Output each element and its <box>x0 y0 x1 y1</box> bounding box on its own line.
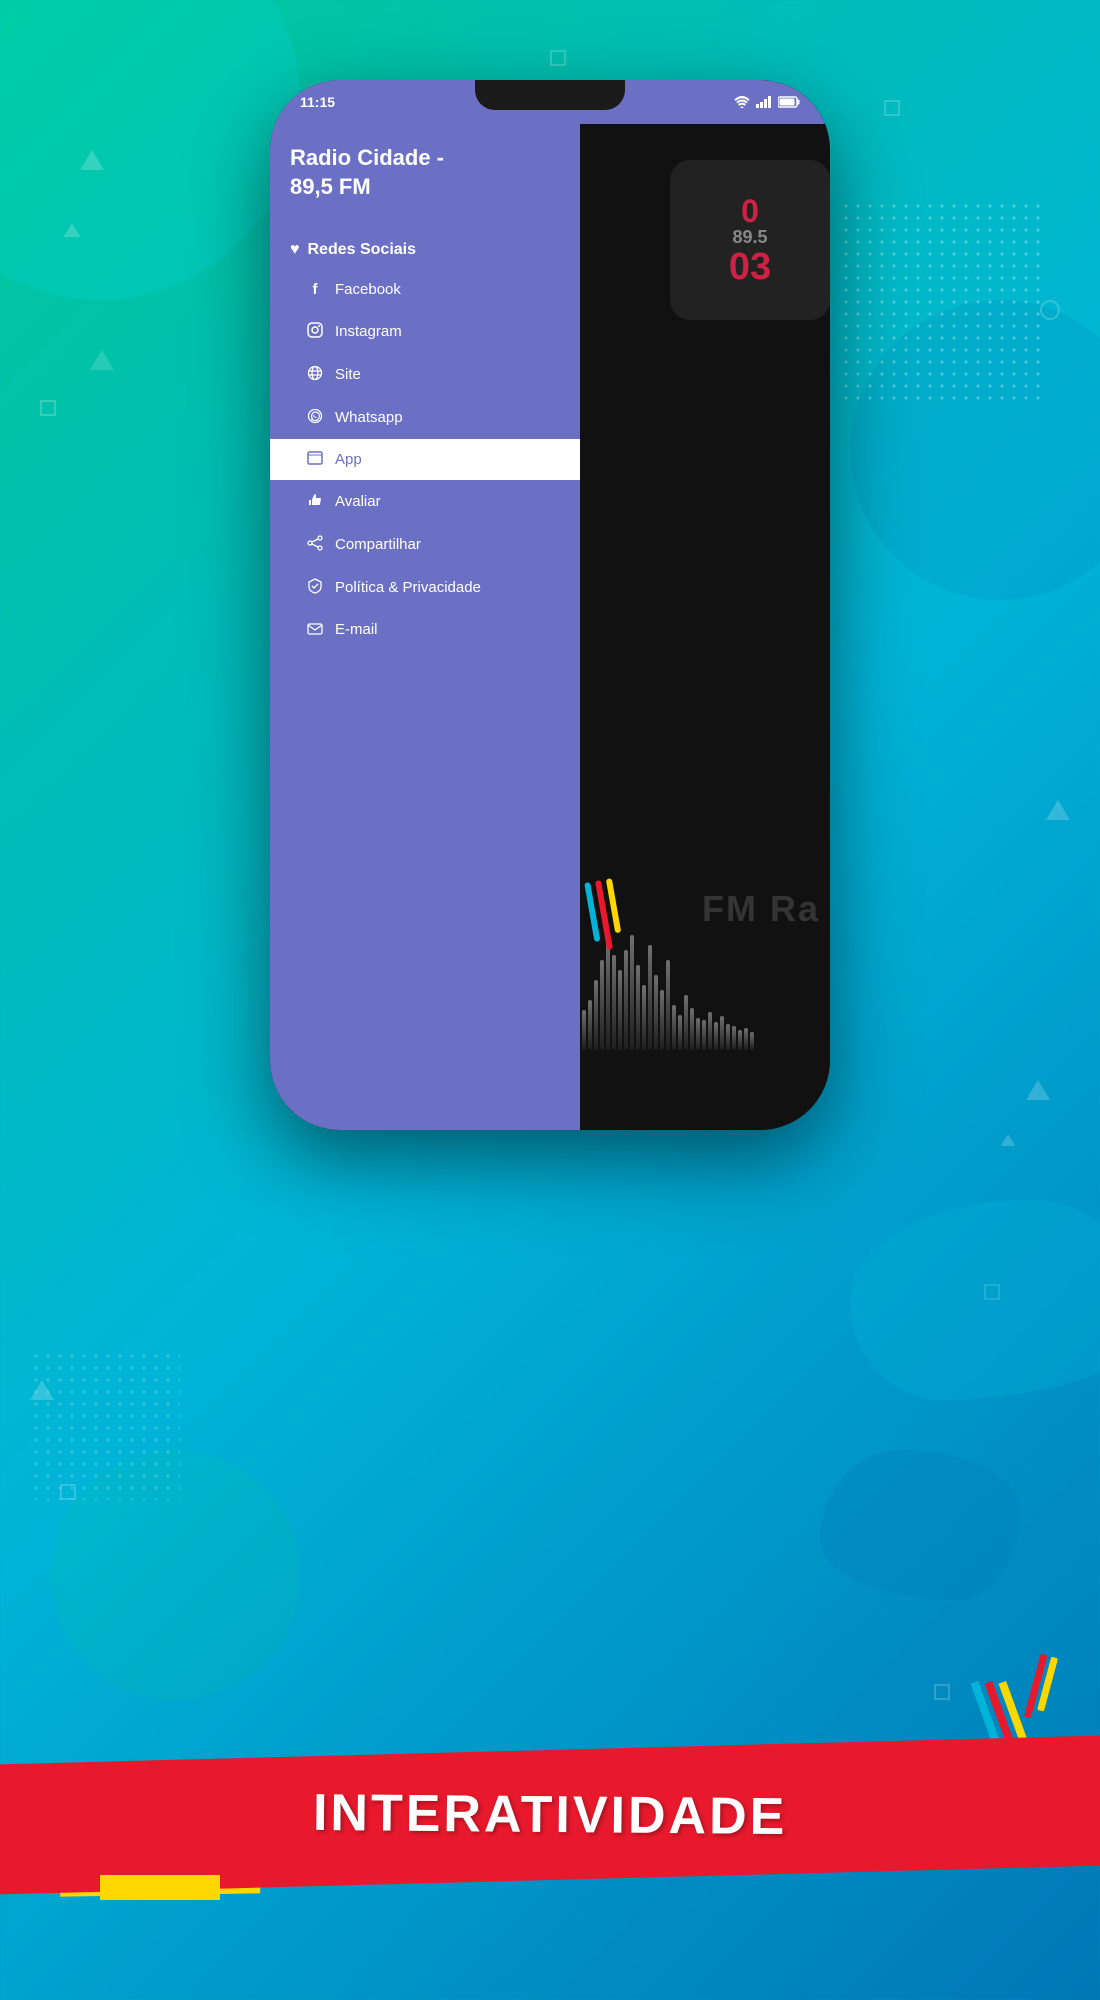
instagram-label: Instagram <box>335 323 402 340</box>
share-icon <box>305 535 325 554</box>
blob-decor-1 <box>850 1200 1100 1400</box>
menu-item-site[interactable]: Site <box>270 353 580 396</box>
menu-header: Radio Cidade -89,5 FM ← <box>270 124 580 226</box>
app-title: Radio Cidade -89,5 FM <box>290 144 560 201</box>
site-label: Site <box>335 366 361 383</box>
menu-item-email[interactable]: E-mail <box>270 609 580 650</box>
bottom-banner-area: INTERATIVIDADE <box>0 1700 1100 1900</box>
radio-logo: 0 89.5 03 <box>670 160 830 340</box>
wifi-icon <box>734 96 750 108</box>
email-icon <box>305 622 325 638</box>
yellow-corner <box>100 1875 220 1900</box>
thumbsup-icon <box>305 492 325 511</box>
menu-item-avaliar[interactable]: Avaliar <box>270 480 580 523</box>
app-label: App <box>335 451 362 468</box>
avaliar-label: Avaliar <box>335 493 381 510</box>
radio-freq: 89.5 <box>729 227 771 248</box>
battery-icon <box>778 96 800 108</box>
phone-screen: 11:15 <box>270 80 830 1130</box>
extra-slashes <box>1024 1654 1058 1721</box>
policy-icon <box>305 578 325 597</box>
facebook-label: Facebook <box>335 281 401 298</box>
status-time: 11:15 <box>290 94 335 110</box>
red-banner: INTERATIVIDADE <box>0 1735 1100 1895</box>
radio-logo-bg: 0 89.5 03 <box>670 160 830 320</box>
compartilhar-label: Compartilhar <box>335 536 421 553</box>
radio-screen: 0 89.5 03 FM Ra <box>580 80 830 1130</box>
menu-drawer: Radio Cidade -89,5 FM ← ♥ Redes Sociais … <box>270 80 580 1130</box>
phone-notch <box>475 80 625 110</box>
phone-mockup: 11:15 <box>270 80 830 1130</box>
status-icons <box>734 96 810 108</box>
radio-logo-bottom: 03 <box>729 248 771 286</box>
globe-icon <box>305 365 325 384</box>
menu-item-facebook[interactable]: f Facebook <box>270 269 580 310</box>
whatsapp-icon <box>305 408 325 427</box>
phone-frame: 11:15 <box>270 80 830 1130</box>
politica-label: Política & Privacidade <box>335 579 481 596</box>
banner-text: INTERATIVIDADE <box>313 1783 788 1847</box>
menu-item-whatsapp[interactable]: Whatsapp <box>270 396 580 439</box>
facebook-icon: f <box>305 281 325 298</box>
app-icon <box>305 451 325 468</box>
menu-item-compartilhar[interactable]: Compartilhar <box>270 523 580 566</box>
menu-item-app[interactable]: App <box>270 439 580 480</box>
whatsapp-label: Whatsapp <box>335 409 403 426</box>
radio-logo-top: 0 <box>729 195 771 227</box>
signal-icon <box>756 96 772 108</box>
social-section-label: ♥ Redes Sociais <box>270 226 580 269</box>
email-label: E-mail <box>335 621 378 638</box>
instagram-icon <box>305 322 325 341</box>
menu-item-politica[interactable]: Política & Privacidade <box>270 566 580 609</box>
menu-item-instagram[interactable]: Instagram <box>270 310 580 353</box>
fm-ra-text: FM Ra <box>702 888 820 930</box>
blob-decor-2 <box>820 1450 1020 1600</box>
heart-icon: ♥ <box>290 241 300 259</box>
